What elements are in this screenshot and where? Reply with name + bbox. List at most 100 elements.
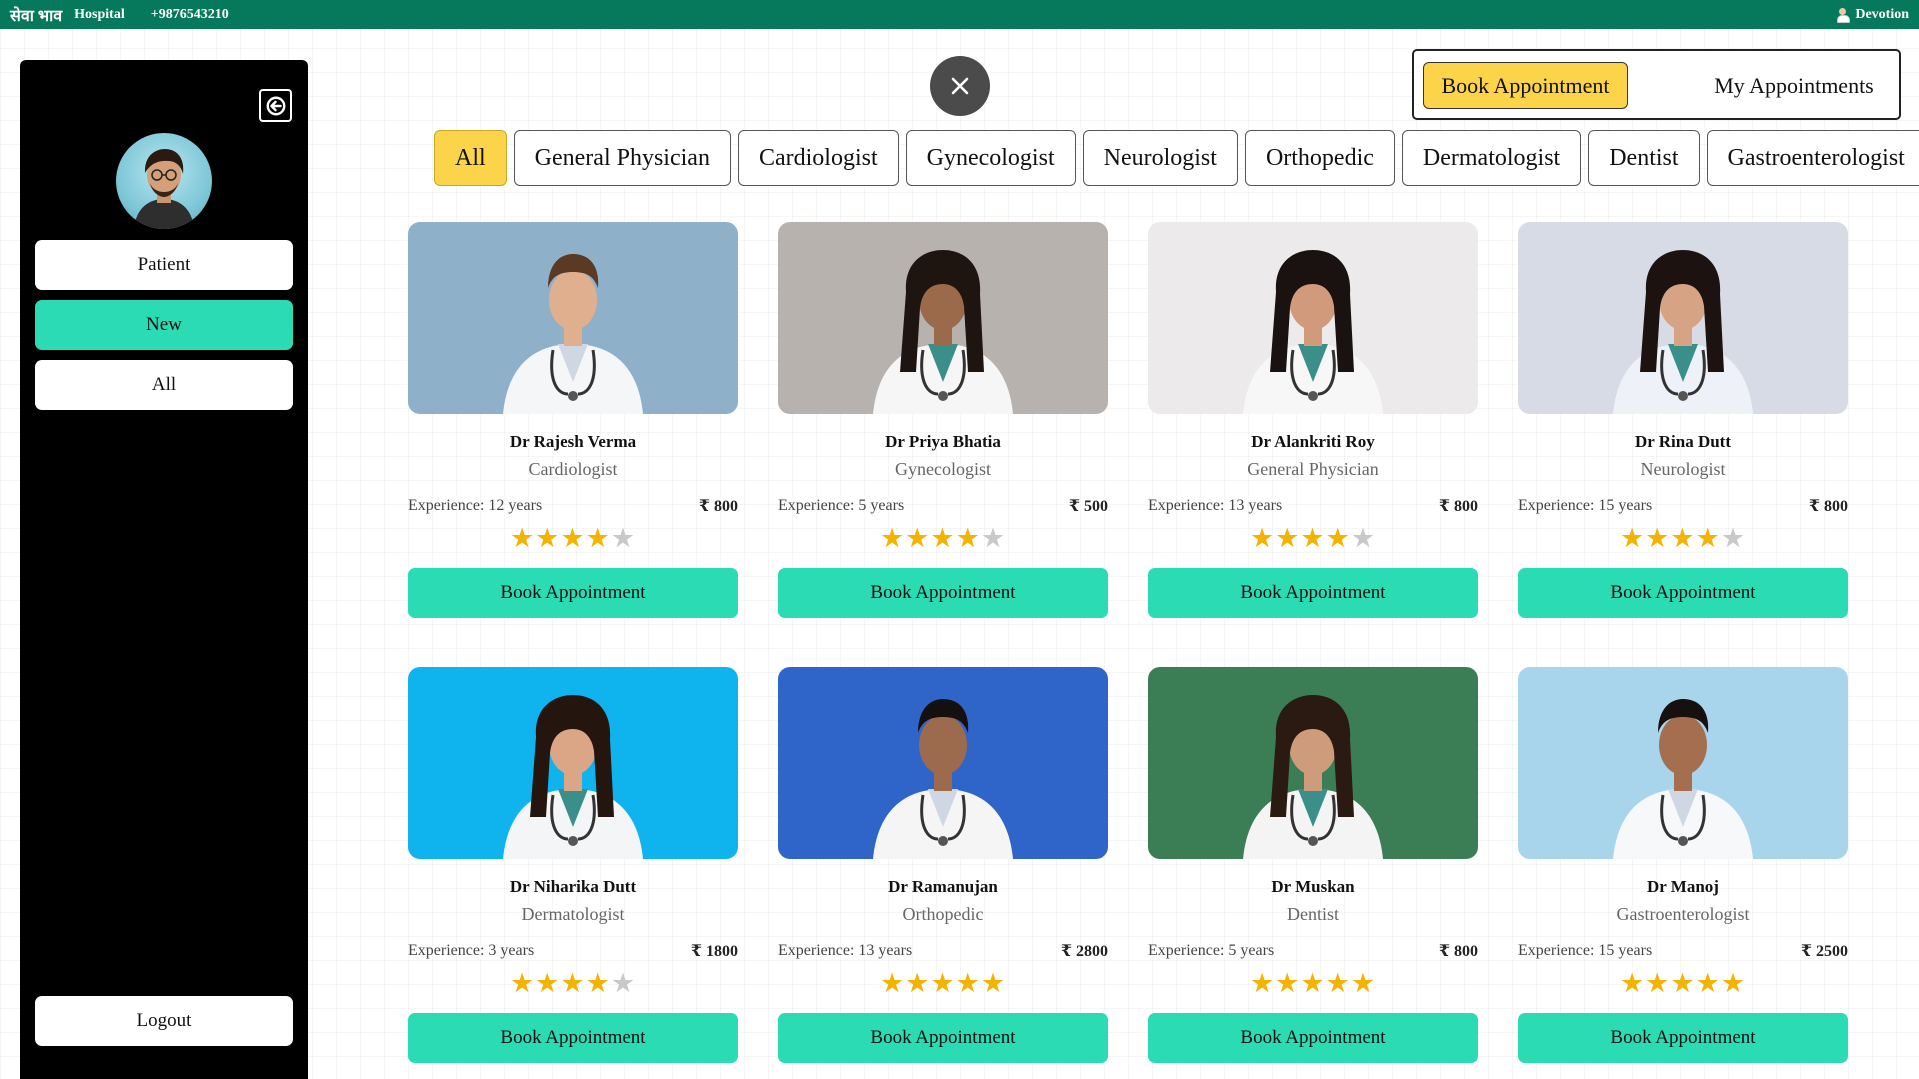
doctor-experience: Experience: 5 years: [778, 497, 905, 514]
book-appointment-button[interactable]: Book Appointment: [1148, 1013, 1478, 1063]
my-appointments-tab[interactable]: My Appointments: [1704, 62, 1884, 109]
doctor-specialty: Dermatologist: [521, 904, 625, 924]
doctor-fee: ₹ 2500: [1800, 943, 1848, 960]
doctor-rating: ★★★★★: [408, 967, 738, 999]
doctor-experience: Experience: 5 years: [1148, 942, 1275, 959]
star-icon: ★: [1670, 523, 1696, 553]
sidebar-item-all[interactable]: All: [35, 360, 293, 410]
filter-chip-dermatologist[interactable]: Dermatologist: [1401, 130, 1582, 186]
book-appointment-button[interactable]: Book Appointment: [408, 568, 738, 618]
doctor-name: Dr Niharika Dutt: [509, 877, 637, 896]
user-menu[interactable]: Devotion: [1836, 7, 1909, 23]
doctor-meta: Experience: 13 years ₹ 2800: [778, 941, 1108, 961]
filter-chip-all[interactable]: All: [434, 130, 507, 186]
doctor-photo-frame: [1518, 667, 1848, 859]
star-icon: ★: [1670, 968, 1696, 998]
close-button[interactable]: [930, 56, 990, 116]
doctor-specialty: General Physician: [1247, 459, 1379, 479]
star-icon: ★: [955, 968, 981, 998]
filter-chip-orthopedic[interactable]: Orthopedic: [1244, 130, 1395, 186]
doctor-photo-frame: [778, 667, 1108, 859]
book-appointment-button[interactable]: Book Appointment: [1518, 1013, 1848, 1063]
book-appointment-button[interactable]: Book Appointment: [778, 1013, 1108, 1063]
doctor-rating: ★★★★★: [1518, 522, 1848, 554]
star-icon: ★: [560, 968, 586, 998]
doctor-meta: Experience: 5 years ₹ 800: [1148, 941, 1478, 961]
doctor-card: Dr Manoj Gastroenterologist Experience: …: [1518, 667, 1848, 1063]
star-icon: ★: [1300, 523, 1326, 553]
doctor-fee: ₹ 2800: [1060, 943, 1108, 960]
user-icon: [1836, 8, 1851, 23]
doctor-experience: Experience: 12 years: [408, 497, 543, 514]
filter-chip-general-physician[interactable]: General Physician: [513, 130, 731, 186]
filter-chip-dentist[interactable]: Dentist: [1588, 130, 1700, 186]
star-icon: ★: [535, 968, 561, 998]
star-icon: ★: [980, 523, 1007, 553]
filter-chip-cardiologist[interactable]: Cardiologist: [737, 130, 899, 186]
star-icon: ★: [1645, 523, 1671, 553]
star-icon: ★: [1325, 523, 1351, 553]
doctor-name: Dr Muskan: [1271, 877, 1355, 896]
sidebar-item-patient[interactable]: Patient: [35, 240, 293, 290]
brand-subtitle: Hospital: [74, 6, 125, 22]
doctor-meta: Experience: 15 years ₹ 2500: [1518, 941, 1848, 961]
doctor-photo: [778, 667, 1108, 859]
top-bar: सेवा भाव Hospital +9876543210 Devotion: [0, 0, 1919, 29]
doctor-fee: ₹ 800: [1438, 943, 1478, 960]
book-appointment-button[interactable]: Book Appointment: [408, 1013, 738, 1063]
star-icon: ★: [1645, 968, 1671, 998]
book-appointment-button[interactable]: Book Appointment: [1518, 568, 1848, 618]
doctor-card: Dr Rina Dutt Neurologist Experience: 15 …: [1518, 222, 1848, 618]
doctor-card: Dr Alankriti Roy General Physician Exper…: [1148, 222, 1478, 618]
star-icon: ★: [1619, 968, 1646, 998]
doctor-photo: [408, 667, 738, 859]
collapse-sidebar-button[interactable]: [259, 89, 292, 122]
doctor-card: Dr Niharika Dutt Dermatologist Experienc…: [408, 667, 738, 1063]
star-icon: ★: [930, 523, 956, 553]
doctor-experience: Experience: 3 years: [408, 942, 535, 959]
doctor-meta: Experience: 15 years ₹ 800: [1518, 496, 1848, 516]
star-icon: ★: [930, 968, 956, 998]
doctor-meta: Experience: 3 years ₹ 1800: [408, 941, 738, 961]
doctor-rating: ★★★★★: [1518, 967, 1848, 999]
book-appointment-button[interactable]: Book Appointment: [778, 568, 1108, 618]
doctor-meta: Experience: 5 years ₹ 500: [778, 496, 1108, 516]
doctor-name: Dr Priya Bhatia: [885, 432, 1001, 451]
doctor-photo: [1148, 667, 1478, 859]
doctor-specialty: Gastroenterologist: [1616, 904, 1750, 924]
doctor-card: Dr Priya Bhatia Gynecologist Experience:…: [778, 222, 1108, 618]
doctor-name: Dr Rina Dutt: [1634, 432, 1732, 451]
star-icon: ★: [905, 523, 931, 553]
book-appointment-button[interactable]: Book Appointment: [1148, 568, 1478, 618]
doctor-photo-frame: [778, 222, 1108, 414]
doctor-card: Dr Muskan Dentist Experience: 5 years ₹ …: [1148, 667, 1478, 1063]
doctor-photo-frame: [408, 222, 738, 414]
star-icon: ★: [610, 523, 637, 553]
doctor-photo-frame: [1148, 667, 1478, 859]
star-icon: ★: [1619, 523, 1646, 553]
book-appointment-tab[interactable]: Book Appointment: [1423, 62, 1628, 109]
doctor-photo: [1148, 222, 1478, 414]
doctor-rating: ★★★★★: [778, 967, 1108, 999]
doctor-specialty: Dentist: [1287, 904, 1339, 924]
doctor-photo: [1518, 667, 1848, 859]
doctor-experience: Experience: 15 years: [1518, 497, 1653, 514]
logout-button[interactable]: Logout: [35, 996, 293, 1046]
doctor-card: Dr Rajesh Verma Cardiologist Experience:…: [408, 222, 738, 618]
specialty-filter-bar: All General Physician Cardiologist Gynecolo…: [434, 130, 1919, 188]
arrow-left-icon: [266, 96, 285, 115]
filter-chip-gynecologist[interactable]: Gynecologist: [905, 130, 1076, 186]
doctor-name: Dr Ramanujan: [888, 877, 998, 896]
star-icon: ★: [585, 523, 611, 553]
star-icon: ★: [955, 523, 981, 553]
doctor-experience: Experience: 13 years: [1148, 497, 1283, 514]
star-icon: ★: [1350, 968, 1377, 998]
star-icon: ★: [1695, 968, 1721, 998]
filter-chip-gastroenterologist[interactable]: Gastroenterologist: [1706, 130, 1919, 186]
star-icon: ★: [980, 968, 1007, 998]
filter-chip-neurologist[interactable]: Neurologist: [1082, 130, 1238, 186]
doctor-fee: ₹ 800: [1808, 498, 1848, 515]
sidebar-item-new[interactable]: New: [35, 300, 293, 350]
doctor-photo-frame: [1148, 222, 1478, 414]
doctor-name: Dr Alankriti Roy: [1251, 432, 1375, 451]
